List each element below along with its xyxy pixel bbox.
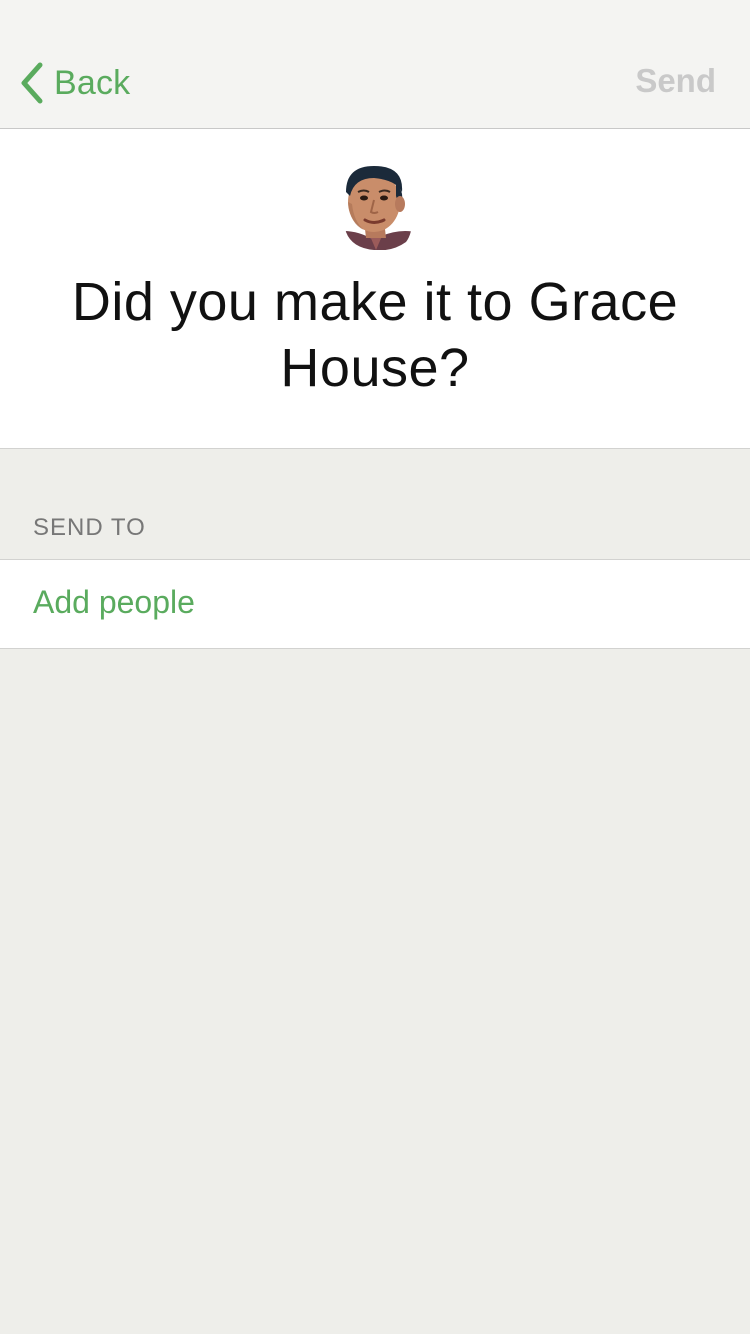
back-button[interactable]: Back: [18, 58, 130, 108]
question-title: Did you make it to Grace House?: [71, 272, 679, 398]
add-people-label: Add people: [33, 584, 195, 620]
add-people-row[interactable]: Add people: [0, 559, 750, 649]
screen: Back Send Did you make it to Grace House…: [0, 0, 750, 1334]
send-button[interactable]: Send: [635, 62, 716, 100]
back-label: Back: [54, 63, 131, 102]
send-to-section-label: SEND TO: [33, 514, 146, 541]
question-header: Did you make it to Grace House?: [0, 129, 750, 449]
chevron-left-icon: [21, 62, 43, 104]
avatar: [342, 163, 413, 250]
navigation-bar: Back Send: [0, 0, 750, 129]
